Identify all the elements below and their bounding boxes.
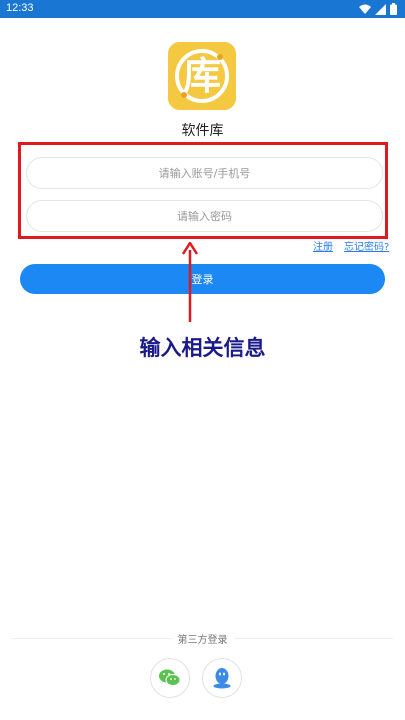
forgot-password-link[interactable]: 忘记密码?	[344, 238, 389, 253]
qq-icon	[213, 668, 231, 689]
battery-icon	[390, 3, 397, 15]
third-party-label-text: 第三方登录	[171, 635, 234, 646]
register-link[interactable]: 注册	[313, 238, 333, 253]
annotation-arrow	[181, 242, 199, 322]
wechat-login-button[interactable]	[150, 658, 190, 698]
app-logo: 库	[168, 42, 236, 110]
wechat-icon	[159, 669, 181, 686]
status-time: 12:33	[6, 2, 34, 14]
login-button[interactable]: 登录	[20, 264, 385, 294]
status-icons	[359, 3, 397, 15]
app-name: 软件库	[181, 123, 224, 139]
status-bar: 12:33	[0, 0, 405, 18]
signal-icon	[375, 3, 386, 15]
wifi-icon	[359, 4, 371, 14]
third-party-label: 第三方登录	[0, 631, 405, 646]
logo-char: 库	[182, 54, 221, 98]
annotation-text: 输入相关信息	[139, 335, 266, 360]
qq-login-button[interactable]	[202, 658, 242, 698]
annotation-highlight-box	[18, 142, 388, 239]
